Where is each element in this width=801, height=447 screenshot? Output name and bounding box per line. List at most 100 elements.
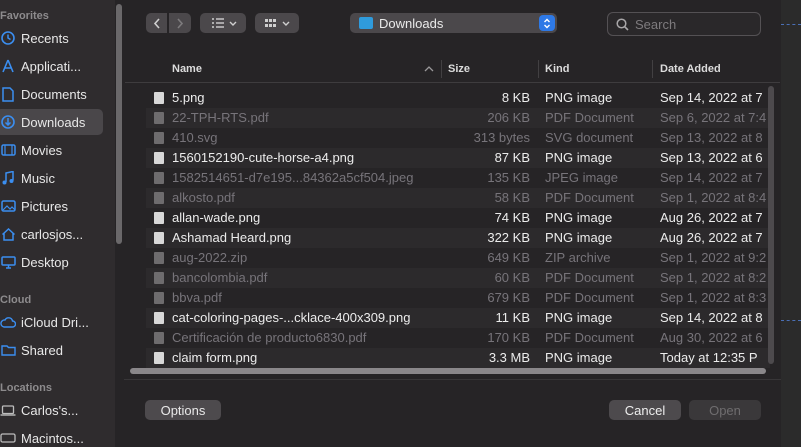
file-date-added: Sep 6, 2022 at 7:4: [660, 110, 766, 125]
file-icon: [154, 112, 164, 124]
file-size: 170 KB: [487, 330, 530, 345]
sidebar-item-shared[interactable]: Shared: [0, 337, 115, 363]
sidebar-item-movies[interactable]: Movies: [0, 137, 115, 163]
file-icon: [154, 212, 164, 224]
shared-folder-icon: [0, 342, 16, 358]
sidebar-item-macintosh-hd[interactable]: Macintos...: [0, 425, 115, 447]
file-icon: [154, 332, 164, 344]
file-name: aug-2022.zip: [172, 250, 248, 265]
file-row: bancolombia.pdf 60 KB PDF Document Sep 1, 2…: [146, 268, 770, 288]
sidebar-item-downloads[interactable]: Downloads: [0, 109, 103, 135]
sidebar-item-label: carlosjos...: [21, 226, 84, 242]
file-row[interactable]: 5.png 8 KB PNG image Sep 14, 2022 at 7: [146, 88, 770, 108]
applications-icon: [0, 58, 16, 74]
list-view-button[interactable]: [200, 13, 246, 33]
search-placeholder: Search: [635, 16, 677, 32]
search-field[interactable]: Search: [607, 12, 761, 36]
search-icon: [616, 17, 629, 31]
disk-icon: [0, 430, 16, 446]
file-size: 135 KB: [487, 170, 530, 185]
file-name: 1560152190-cute-horse-a4.png: [172, 150, 355, 165]
file-size: 11 KB: [495, 310, 530, 325]
open-button[interactable]: Open: [689, 400, 761, 420]
sidebar-item-pictures[interactable]: Pictures: [0, 193, 115, 219]
sidebar-scrollbar[interactable]: [115, 0, 124, 447]
file-icon: [154, 292, 164, 304]
sidebar-item-icloud-drive[interactable]: iCloud Dri...: [0, 309, 115, 335]
column-header-size[interactable]: Size: [448, 57, 470, 81]
column-divider[interactable]: [441, 60, 442, 78]
cancel-button[interactable]: Cancel: [609, 400, 681, 420]
file-size: 679 KB: [487, 290, 530, 305]
file-row: bbva.pdf 679 KB PDF Document Sep 1, 2022 at…: [146, 288, 770, 308]
file-date-added: Sep 1, 2022 at 8:2: [660, 270, 766, 285]
gallery-view-button[interactable]: [255, 13, 299, 33]
favorites-heading: Favorites: [0, 10, 49, 22]
file-list-vertical-scrollbar[interactable]: [767, 86, 775, 364]
laptop-icon: [0, 402, 16, 418]
file-kind: JPEG image: [545, 170, 618, 185]
horizontal-scroll-thumb[interactable]: [130, 368, 766, 374]
sidebar-item-music[interactable]: Music: [0, 165, 115, 191]
file-kind: PDF Document: [545, 330, 634, 345]
file-row: aug-2022.zip 649 KB ZIP archive Sep 1, 2022…: [146, 248, 770, 268]
sidebar-item-label: Shared: [21, 342, 63, 358]
file-date-added: Today at 12:35 P: [660, 350, 758, 365]
file-date-added: Sep 13, 2022 at 8: [660, 130, 763, 145]
file-name: alkosto.pdf: [172, 190, 235, 205]
location-label: Downloads: [379, 15, 444, 31]
file-row[interactable]: 1560152190-cute-horse-a4.png 87 KB PNG ima…: [146, 148, 770, 168]
file-size: 58 KB: [494, 190, 530, 205]
file-name: 5.png: [172, 90, 205, 105]
file-size: 206 KB: [487, 110, 530, 125]
file-row[interactable]: allan-wade.png 74 KB PNG image Aug 26, 2022…: [146, 208, 770, 228]
file-icon: [154, 232, 164, 244]
file-icon: [154, 252, 164, 264]
file-kind: PDF Document: [545, 190, 634, 205]
file-icon: [154, 132, 164, 144]
sidebar-item-label: Pictures: [21, 198, 68, 214]
file-kind: SVG document: [545, 130, 634, 145]
back-button[interactable]: [146, 13, 167, 33]
file-date-added: Sep 14, 2022 at 8: [660, 310, 763, 325]
column-header-date-added[interactable]: Date Added: [660, 57, 721, 81]
file-row[interactable]: Ashamad Heard.png 322 KB PNG image Aug 26, …: [146, 228, 770, 248]
cloud-heading: Cloud: [0, 294, 32, 306]
cloud-icon: [0, 314, 16, 330]
file-row[interactable]: claim form.png 3.3 MB PNG image Today at 12…: [146, 348, 770, 368]
file-size: 8 KB: [501, 90, 530, 105]
file-kind: PDF Document: [545, 290, 634, 305]
sidebar-item-label: Carlos's...: [21, 402, 79, 418]
sidebar-scroll-thumb[interactable]: [116, 4, 122, 244]
column-header-name[interactable]: Name: [172, 57, 202, 81]
sidebar-item-label: iCloud Dri...: [21, 314, 89, 330]
file-date-added: Sep 13, 2022 at 6: [660, 150, 763, 165]
file-row: 1582514651-d7e195...84362a5cf504.jpeg 135…: [146, 168, 770, 188]
file-row: alkosto.pdf 58 KB PDF Document Sep 1, 2022 …: [146, 188, 770, 208]
file-list-horizontal-scrollbar[interactable]: [128, 366, 768, 375]
sidebar-item-documents[interactable]: Documents: [0, 81, 115, 107]
guide-line: [781, 320, 801, 321]
column-divider[interactable]: [538, 60, 539, 78]
sidebar-item-computer[interactable]: Carlos's...: [0, 397, 115, 423]
sidebar-item-label: Downloads: [21, 114, 86, 130]
column-header-kind[interactable]: Kind: [545, 57, 569, 81]
sort-ascending-icon: [424, 66, 434, 72]
file-size: 649 KB: [487, 250, 530, 265]
file-date-added: Sep 1, 2022 at 8:4: [660, 190, 766, 205]
file-size: 3.3 MB: [488, 350, 530, 365]
column-divider[interactable]: [652, 60, 653, 78]
forward-button[interactable]: [169, 13, 191, 33]
file-row[interactable]: cat-coloring-pages-...cklace-400x309.png…: [146, 308, 770, 328]
sidebar-item-applications[interactable]: Applicati...: [0, 53, 115, 79]
file-name: Certificación de producto6830.pdf: [172, 330, 367, 345]
file-name: 22-TPH-RTS.pdf: [172, 110, 269, 125]
file-date-added: Aug 26, 2022 at 7: [660, 210, 763, 225]
options-button[interactable]: Options: [145, 400, 221, 420]
location-popup[interactable]: Downloads: [350, 13, 557, 33]
sidebar-item-desktop[interactable]: Desktop: [0, 249, 115, 275]
sidebar-item-home[interactable]: carlosjos...: [0, 221, 115, 247]
sidebar-item-recents[interactable]: Recents: [0, 25, 115, 51]
vertical-scroll-thumb[interactable]: [768, 86, 774, 364]
file-size: 60 KB: [494, 270, 530, 285]
